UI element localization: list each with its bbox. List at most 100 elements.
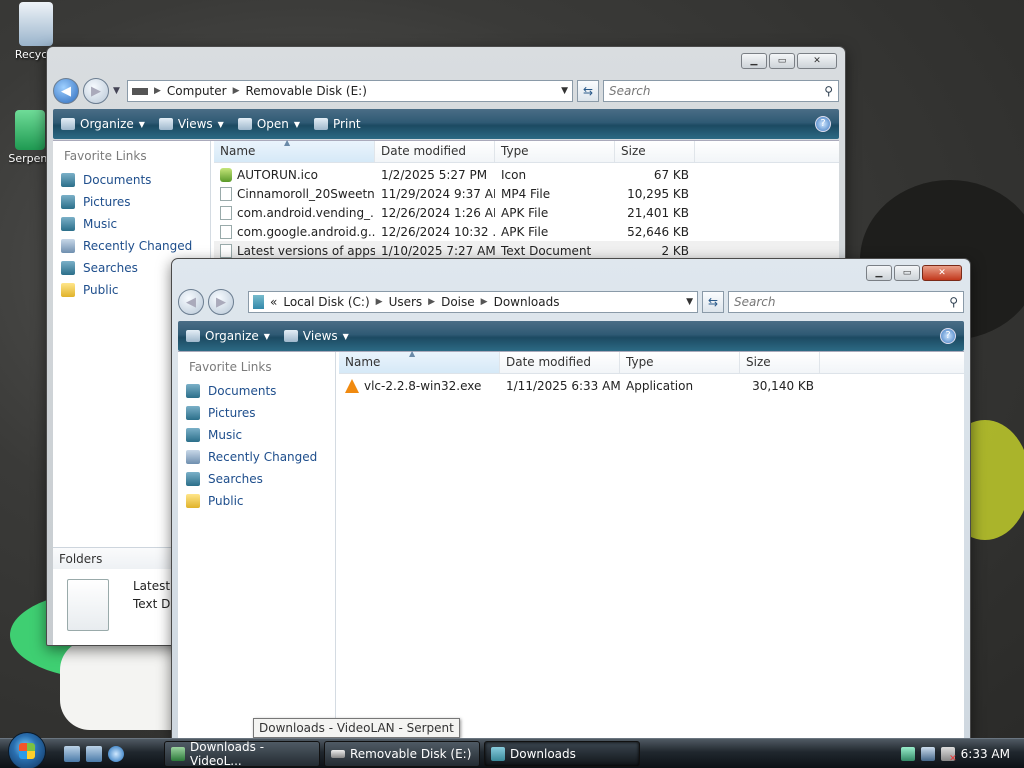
fav-documents[interactable]: Documents [53, 169, 210, 191]
search-input[interactable]: Search ⚲ [603, 80, 839, 102]
breadcrumb-overflow[interactable]: « [270, 295, 277, 309]
views-button[interactable]: Views ▼ [158, 117, 224, 131]
table-row[interactable]: Cinnamoroll_20Sweetn... 11/29/2024 9:37 A… [214, 184, 839, 203]
back-button[interactable]: ◀ [53, 78, 79, 104]
table-row[interactable]: com.android.vending_... 12/26/2024 1:26 A… [214, 203, 839, 222]
column-type[interactable]: Type [620, 352, 740, 373]
breadcrumb-separator-icon: ▶ [232, 86, 240, 96]
fav-music[interactable]: Music [53, 213, 210, 235]
column-type[interactable]: Type [495, 141, 615, 162]
address-dropdown-icon[interactable]: ▼ [686, 297, 693, 307]
command-toolbar: Organize ▼ Views ▼ Open ▼ Print ? [53, 109, 839, 139]
chevron-down-icon: ▼ [342, 331, 349, 341]
table-row[interactable]: com.google.android.g... 12/26/2024 10:32 … [214, 222, 839, 241]
file-list: ▲ Name Date modified Type Size vlc-2.2.8-… [339, 349, 964, 739]
fav-label: Documents [208, 384, 277, 398]
history-dropdown-icon[interactable]: ▼ [113, 86, 123, 96]
column-size[interactable]: Size [615, 141, 695, 162]
column-date-modified[interactable]: Date modified [500, 352, 620, 373]
maximize-button[interactable]: ▭ [894, 265, 920, 281]
fav-pictures[interactable]: Pictures [178, 402, 335, 424]
organize-button[interactable]: Organize ▼ [61, 117, 145, 131]
fav-pictures[interactable]: Pictures [53, 191, 210, 213]
fav-music[interactable]: Music [178, 424, 335, 446]
taskbar-button-removable-disk[interactable]: Removable Disk (E:) [324, 740, 480, 767]
file-date: 12/26/2024 10:32 ... [381, 224, 495, 239]
fav-public[interactable]: Public [178, 490, 335, 512]
search-icon[interactable]: ⚲ [949, 295, 958, 309]
fav-searches[interactable]: Searches [178, 468, 335, 490]
organize-button[interactable]: Organize ▼ [186, 329, 270, 343]
file-name: Cinnamoroll_20Sweetn... [237, 186, 375, 201]
breadcrumb-removable-disk[interactable]: Removable Disk (E:) [246, 84, 367, 98]
forward-button[interactable]: ▶ [83, 78, 109, 104]
fav-label: Documents [83, 173, 152, 187]
column-label: Size [621, 144, 646, 158]
switch-windows-icon[interactable] [86, 745, 102, 762]
taskbar-button-downloads[interactable]: Downloads [484, 740, 640, 767]
refresh-button[interactable]: ⇆ [702, 291, 724, 313]
forward-button[interactable]: ▶ [208, 289, 234, 315]
close-button[interactable]: ✕ [922, 265, 962, 281]
views-icon [283, 330, 298, 342]
organize-label: Organize [80, 117, 134, 131]
maximize-button[interactable]: ▭ [769, 53, 795, 69]
breadcrumb-doise[interactable]: Doise [441, 295, 475, 309]
searches-icon [186, 472, 200, 486]
folder-icon [186, 494, 200, 508]
start-button[interactable] [8, 731, 46, 768]
column-headers: ▲ Name Date modified Type Size [214, 138, 839, 163]
volume-muted-icon[interactable] [940, 746, 957, 764]
file-name: AUTORUN.ico [237, 167, 318, 182]
close-button[interactable]: ✕ [797, 53, 837, 69]
open-button[interactable]: Open ▼ [237, 117, 300, 131]
window-downloads[interactable]: ▁ ▭ ✕ ◀ ▶ « Local Disk (C:) ▶ Users ▶ Do… [171, 258, 971, 740]
sort-ascending-icon: ▲ [284, 138, 291, 147]
refresh-button[interactable]: ⇆ [577, 80, 599, 102]
fav-recently-changed[interactable]: Recently Changed [178, 446, 335, 468]
column-name[interactable]: ▲ Name [214, 138, 375, 162]
address-bar[interactable]: « Local Disk (C:) ▶ Users ▶ Doise ▶ Down… [248, 291, 698, 313]
column-date-modified[interactable]: Date modified [375, 141, 495, 162]
file-size: 2 KB [661, 243, 689, 258]
network-icon[interactable] [920, 746, 935, 761]
file-size: 10,295 KB [627, 186, 689, 201]
search-placeholder: Search [734, 295, 776, 309]
column-label: Name [345, 355, 381, 369]
serpent-icon [171, 746, 185, 761]
help-icon[interactable]: ? [940, 328, 956, 344]
breadcrumb-computer[interactable]: Computer [167, 84, 227, 98]
address-bar[interactable]: ▶ Computer ▶ Removable Disk (E:) ▼ [127, 80, 573, 102]
views-label: Views [177, 117, 213, 131]
breadcrumb-local-disk[interactable]: Local Disk (C:) [283, 295, 369, 309]
file-icon [220, 224, 232, 239]
safely-remove-hardware-icon[interactable] [900, 746, 915, 761]
table-row[interactable]: vlc-2.2.8-win32.exe 1/11/2025 6:33 AM Ap… [339, 376, 964, 395]
show-desktop-icon[interactable] [64, 745, 80, 762]
taskbar-button-serpent[interactable]: Downloads - VideoL... [164, 740, 320, 768]
back-button[interactable]: ◀ [178, 289, 204, 315]
command-toolbar: Organize ▼ Views ▼ ? [178, 321, 964, 351]
print-button[interactable]: Print [314, 117, 361, 131]
breadcrumb-downloads[interactable]: Downloads [494, 295, 560, 309]
folder-icon [61, 283, 75, 297]
breadcrumb-users[interactable]: Users [389, 295, 423, 309]
search-input[interactable]: Search ⚲ [728, 291, 964, 313]
fav-label: Searches [83, 261, 138, 275]
minimize-button[interactable]: ▁ [741, 53, 767, 69]
column-label: Type [626, 355, 654, 369]
minimize-button[interactable]: ▁ [866, 265, 892, 281]
column-label: Date modified [381, 144, 467, 158]
fav-documents[interactable]: Documents [178, 380, 335, 402]
views-button[interactable]: Views ▼ [283, 329, 349, 343]
column-name[interactable]: ▲ Name [339, 349, 500, 373]
table-row[interactable]: AUTORUN.ico 1/2/2025 5:27 PM Icon 67 KB [214, 165, 839, 184]
address-dropdown-icon[interactable]: ▼ [561, 86, 568, 96]
column-size[interactable]: Size [740, 352, 820, 373]
fav-recently-changed[interactable]: Recently Changed [53, 235, 210, 257]
search-icon[interactable]: ⚲ [824, 84, 833, 98]
help-icon[interactable]: ? [815, 116, 831, 132]
internet-explorer-icon[interactable] [108, 745, 124, 762]
file-name: com.android.vending_... [237, 205, 375, 220]
clock[interactable]: 6:33 AM [961, 747, 1010, 761]
